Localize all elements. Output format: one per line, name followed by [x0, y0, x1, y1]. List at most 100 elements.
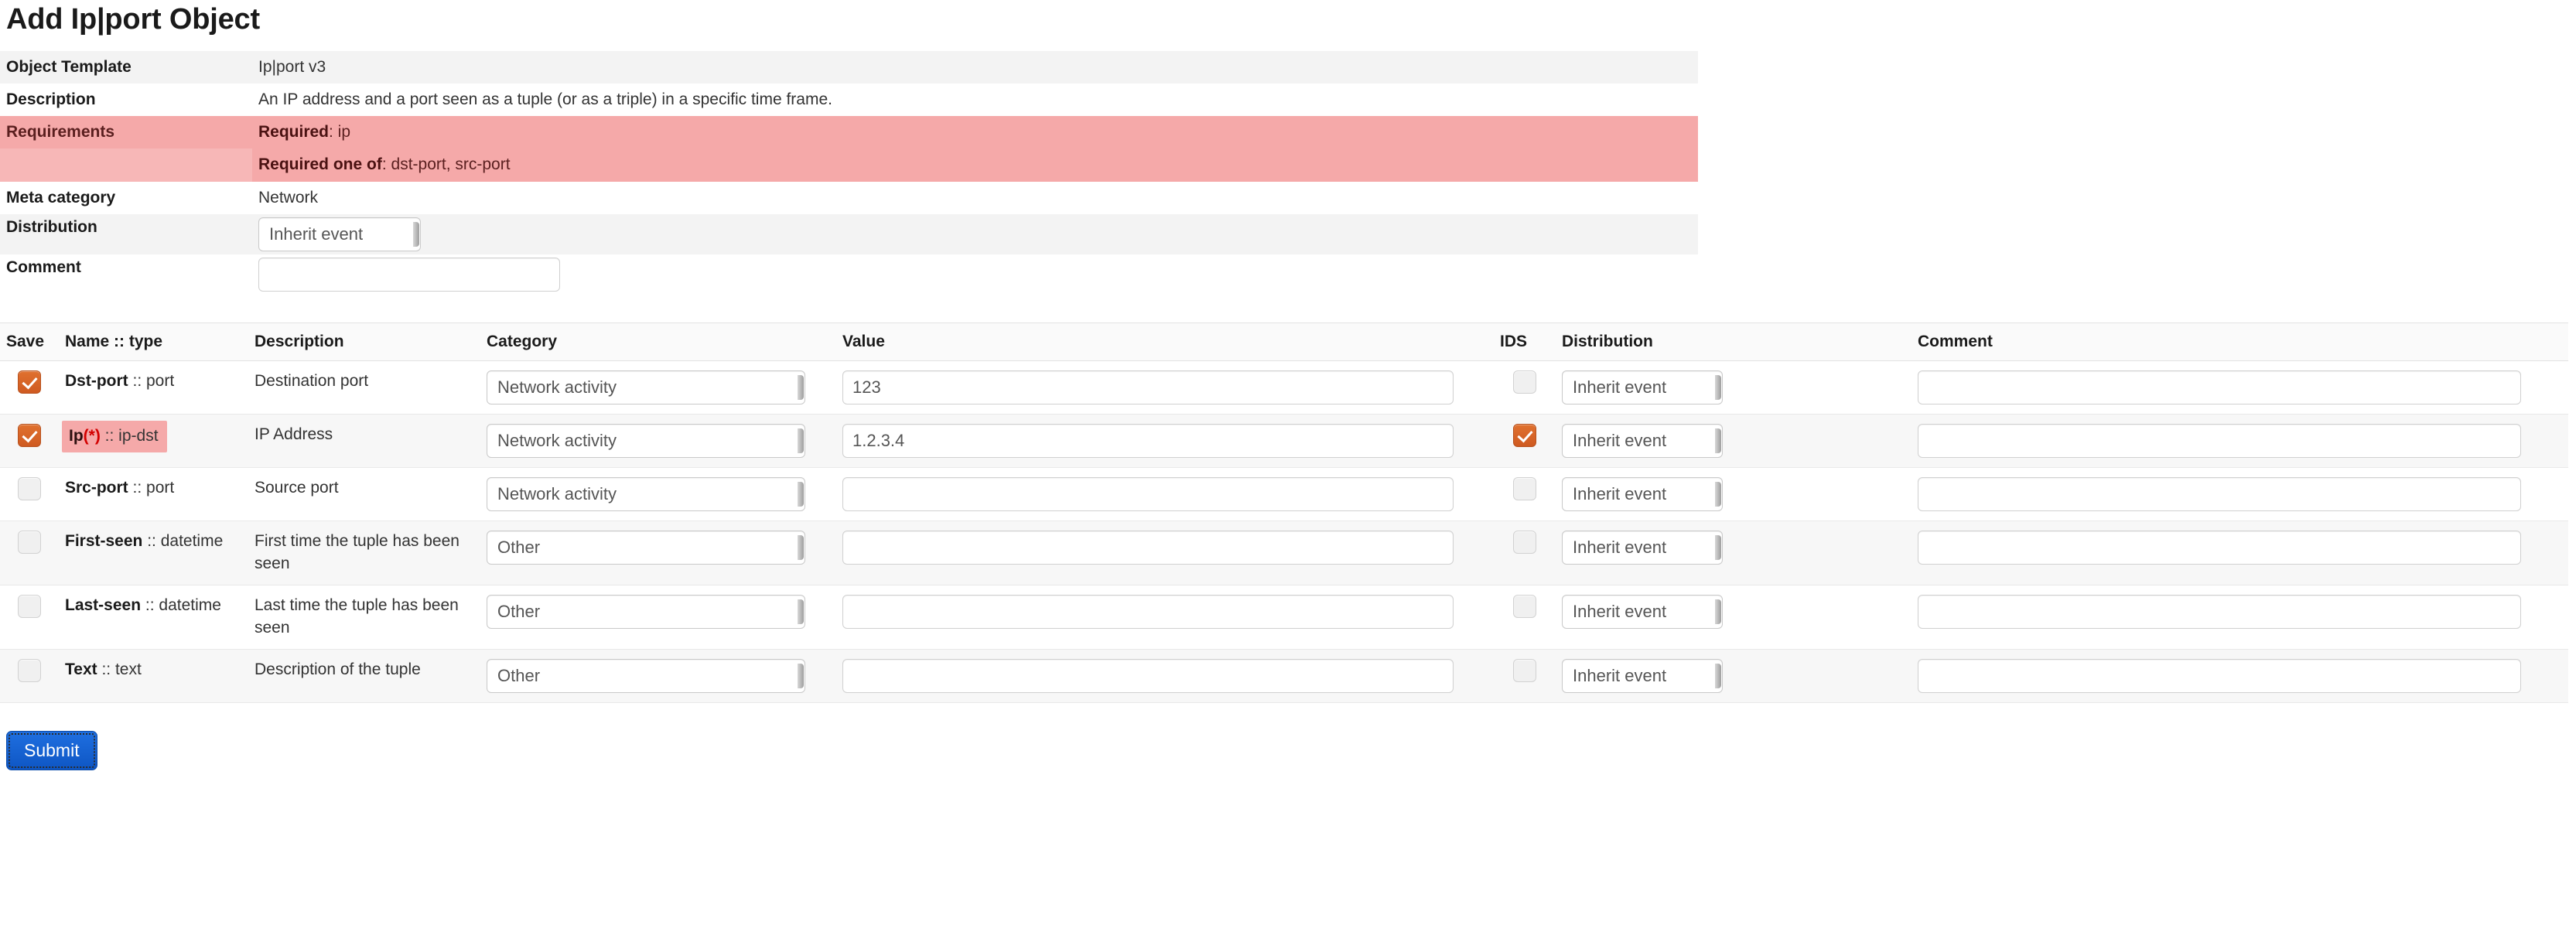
cell-comment: [1912, 649, 2568, 702]
value-input[interactable]: [842, 659, 1454, 693]
cell-description: Description of the tuple: [248, 649, 480, 702]
row-distribution-select-wrap: Inherit event: [1562, 659, 1723, 693]
cell-description: Last time the tuple has been seen: [248, 585, 480, 649]
value-input[interactable]: [842, 370, 1454, 404]
info-value-requirements-required: Required: ip: [252, 116, 1698, 148]
ids-checkbox[interactable]: [1513, 659, 1536, 682]
column-header-category: Category: [480, 323, 836, 360]
row-distribution-select[interactable]: Inherit event: [1562, 477, 1723, 511]
row-distribution-select-wrap: Inherit event: [1562, 370, 1723, 404]
row-distribution-select[interactable]: Inherit event: [1562, 595, 1723, 629]
cell-comment: [1912, 585, 2568, 649]
value-input[interactable]: [842, 595, 1454, 629]
info-label-meta-category: Meta category: [0, 182, 252, 214]
table-row: Dst-port :: portDestination portNetwork …: [0, 360, 2568, 414]
save-checkbox[interactable]: [18, 531, 41, 554]
cell-comment: [1912, 360, 2568, 414]
category-select[interactable]: Other: [487, 595, 805, 629]
column-header-name-type: Name :: type: [59, 323, 248, 360]
comment-input[interactable]: [258, 258, 560, 292]
row-distribution-select[interactable]: Inherit event: [1562, 659, 1723, 693]
save-checkbox[interactable]: [18, 477, 41, 500]
requirements-required-label: Required: [258, 123, 329, 141]
row-distribution-select-wrap: Inherit event: [1562, 477, 1723, 511]
category-select[interactable]: Other: [487, 531, 805, 565]
row-comment-input[interactable]: [1918, 595, 2521, 629]
row-distribution-select[interactable]: Inherit event: [1562, 424, 1723, 458]
row-comment-input[interactable]: [1918, 531, 2521, 565]
category-select[interactable]: Other: [487, 659, 805, 693]
row-comment-input[interactable]: [1918, 424, 2521, 458]
info-value-description: An IP address and a port seen as a tuple…: [252, 84, 1698, 116]
value-input[interactable]: [842, 424, 1454, 458]
cell-category: Network activity: [480, 467, 836, 521]
attributes-table-header-row: Save Name :: type Description Category V…: [0, 323, 2568, 360]
cell-ids: [1494, 585, 1556, 649]
cell-value: [836, 649, 1494, 702]
info-row-description: Description An IP address and a port see…: [0, 84, 1698, 116]
ids-checkbox[interactable]: [1513, 424, 1536, 447]
cell-category: Other: [480, 649, 836, 702]
cell-name-type: Last-seen :: datetime: [59, 585, 248, 649]
save-checkbox[interactable]: [18, 424, 41, 447]
row-distribution-select[interactable]: Inherit event: [1562, 531, 1723, 565]
row-comment-input[interactable]: [1918, 477, 2521, 511]
ids-checkbox[interactable]: [1513, 370, 1536, 394]
cell-name-type: Src-port :: port: [59, 467, 248, 521]
cell-ids: [1494, 521, 1556, 585]
cell-comment: [1912, 414, 2568, 467]
cell-name-type: First-seen :: datetime: [59, 521, 248, 585]
value-input[interactable]: [842, 477, 1454, 511]
page-title: Add Ip|port Object: [0, 0, 2576, 37]
distribution-select[interactable]: Inherit event: [258, 217, 421, 251]
cell-description: IP Address: [248, 414, 480, 467]
save-checkbox[interactable]: [18, 595, 41, 618]
cell-ids: [1494, 467, 1556, 521]
ids-checkbox[interactable]: [1513, 531, 1536, 554]
info-label-requirements-spacer: [0, 148, 252, 181]
attribute-type: :: port: [128, 479, 175, 497]
row-distribution-select-wrap: Inherit event: [1562, 531, 1723, 565]
add-object-page: Add Ip|port Object Object Template Ip|po…: [0, 0, 2576, 925]
info-row-meta-category: Meta category Network: [0, 182, 1698, 214]
cell-description: Destination port: [248, 360, 480, 414]
save-checkbox[interactable]: [18, 659, 41, 682]
cell-comment: [1912, 521, 2568, 585]
submit-button[interactable]: Submit: [6, 731, 97, 770]
ids-checkbox[interactable]: [1513, 477, 1536, 500]
cell-value: [836, 360, 1494, 414]
cell-category: Network activity: [480, 360, 836, 414]
attribute-name-required-badge: Ip(*) :: ip-dst: [62, 421, 167, 452]
ids-checkbox[interactable]: [1513, 595, 1536, 618]
attribute-name-label: Text :: text: [65, 660, 142, 678]
save-checkbox[interactable]: [18, 370, 41, 394]
info-label-distribution: Distribution: [0, 214, 252, 254]
cell-category: Other: [480, 585, 836, 649]
cell-distribution: Inherit event: [1556, 649, 1912, 702]
category-select[interactable]: Network activity: [487, 370, 805, 404]
category-select[interactable]: Network activity: [487, 424, 805, 458]
attribute-type: :: ip-dst: [101, 427, 159, 445]
cell-save: [0, 414, 59, 467]
cell-distribution: Inherit event: [1556, 360, 1912, 414]
column-header-description: Description: [248, 323, 480, 360]
row-distribution-select[interactable]: Inherit event: [1562, 370, 1723, 404]
category-select-wrap: Other: [487, 531, 805, 565]
row-comment-input[interactable]: [1918, 659, 2521, 693]
object-template-info-table: Object Template Ip|port v3 Description A…: [0, 51, 1698, 295]
column-header-value: Value: [836, 323, 1494, 360]
info-value-comment: [252, 254, 1698, 295]
table-row: First-seen :: datetimeFirst time the tup…: [0, 521, 2568, 585]
cell-distribution: Inherit event: [1556, 585, 1912, 649]
category-select[interactable]: Network activity: [487, 477, 805, 511]
attributes-table: Save Name :: type Description Category V…: [0, 323, 2568, 703]
table-row: Ip(*) :: ip-dst IP AddressNetwork activit…: [0, 414, 2568, 467]
column-header-save: Save: [0, 323, 59, 360]
row-comment-input[interactable]: [1918, 370, 2521, 404]
cell-ids: [1494, 360, 1556, 414]
cell-value: [836, 414, 1494, 467]
distribution-select-wrap: Inherit event: [258, 217, 421, 251]
info-value-requirements-one-of: Required one of: dst-port, src-port: [252, 148, 1698, 181]
value-input[interactable]: [842, 531, 1454, 565]
cell-save: [0, 585, 59, 649]
